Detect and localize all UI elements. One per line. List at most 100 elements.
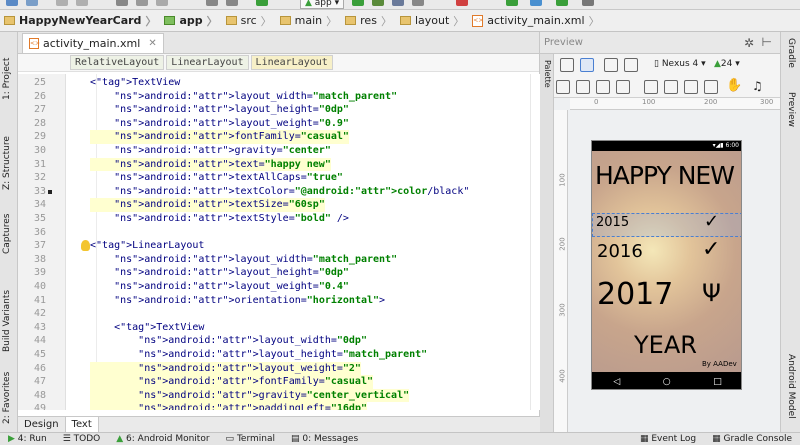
avd-manager-icon[interactable] — [530, 0, 542, 6]
undo-icon[interactable] — [56, 0, 68, 6]
tab-build-variants[interactable]: Build Variants — [2, 290, 12, 352]
blueprint-icon[interactable] — [580, 58, 594, 72]
code-line[interactable]: 36 — [18, 226, 540, 240]
tab-event-log[interactable]: ▦ Event Log — [632, 434, 704, 444]
happy-new-text[interactable]: HAPPY NEW — [595, 161, 735, 190]
api-level-select[interactable]: ▲24 ▾ — [714, 59, 740, 69]
code-area[interactable]: 25 <"tag">TextView 26 "ns">android:"attr">… — [18, 74, 540, 410]
breadcrumb-item-app[interactable]: app 〉 — [160, 10, 221, 32]
tab-favorites[interactable]: 2: Favorites — [2, 372, 12, 424]
pan-hand-icon[interactable]: ✋ — [726, 79, 742, 94]
device-select[interactable]: ▯ Nexus 4 ▾ — [654, 59, 706, 69]
theme-icon[interactable] — [624, 58, 638, 72]
tab-preview[interactable]: Preview — [786, 92, 796, 127]
run-config-select[interactable]: ▲ app ▾ — [300, 0, 345, 9]
zoom-actual-icon[interactable] — [576, 80, 590, 94]
cut-icon[interactable] — [116, 0, 128, 6]
code-line[interactable]: 27 "ns">android:"attr">layout_height="0d… — [18, 103, 540, 117]
code-line[interactable]: 41 "ns">android:"attr">orientation="hori… — [18, 294, 540, 308]
tab-project[interactable]: 1: Project — [2, 58, 12, 100]
notification-bell-icon[interactable]: ♫ — [752, 80, 766, 94]
zoom-out-icon[interactable] — [684, 80, 698, 94]
code-line[interactable]: 44 "ns">android:"attr">layout_width="0dp… — [18, 334, 540, 348]
code-line[interactable]: 43 <"tag">TextView — [18, 321, 540, 335]
redo-icon[interactable] — [76, 0, 88, 6]
code-line[interactable]: 31 "ns">android:"attr">text="happy new" — [18, 157, 540, 172]
tab-messages[interactable]: ▤ 0: Messages — [283, 434, 366, 444]
breadcrumb-item-file[interactable]: <> activity_main.xml 〉 — [468, 10, 603, 32]
color-marker-icon[interactable] — [48, 189, 52, 194]
screenshot-icon[interactable] — [704, 80, 718, 94]
code-line[interactable]: 42 — [18, 307, 540, 321]
tab-gradle[interactable]: Gradle — [786, 38, 796, 68]
design-surface-icon[interactable] — [560, 58, 574, 72]
tab-android-model[interactable]: Android Model — [786, 354, 796, 419]
layout-icon[interactable] — [616, 80, 630, 94]
code-line[interactable]: 39 "ns">android:"attr">layout_height="0d… — [18, 266, 540, 280]
year-2016-text[interactable]: 2016 — [597, 241, 643, 262]
code-line[interactable]: 33 "ns">android:"attr">textColor="@andro… — [18, 185, 540, 199]
stop-icon[interactable] — [456, 0, 468, 6]
tab-gradle-console[interactable]: ▦ Gradle Console — [704, 434, 800, 444]
breadcrumb-item-res[interactable]: res 〉 — [341, 10, 396, 32]
code-line[interactable]: 25 <"tag">TextView — [18, 76, 540, 90]
lightbulb-icon[interactable] — [81, 240, 90, 252]
tab-android-monitor[interactable]: ▲ 6: Android Monitor — [108, 434, 217, 444]
tab-text[interactable]: Text — [65, 417, 99, 432]
code-line[interactable]: 30 "ns">android:"attr">gravity="center" — [18, 144, 540, 158]
tab-terminal[interactable]: ▭ Terminal — [218, 434, 283, 444]
sdk-manager-icon[interactable] — [506, 0, 518, 6]
paste-icon[interactable] — [156, 0, 168, 6]
credit-text[interactable]: By AADev — [702, 360, 737, 368]
gear-icon[interactable]: ✲ — [744, 36, 754, 50]
code-line[interactable]: 29 "ns">android:"attr">fontFamily="casua… — [18, 130, 540, 144]
run-icon[interactable] — [352, 0, 364, 6]
device-preview[interactable]: ▾◢▮ 6:00 HAPPY NEW 2015 ✓ 2016 ✓ 2017 Ψ … — [591, 140, 742, 390]
tab-palette[interactable]: Palette — [543, 60, 552, 88]
breadcrumb-item-src[interactable]: src 〉 — [222, 10, 276, 32]
tab-todo[interactable]: ☰ TODO — [55, 434, 109, 444]
code-line[interactable]: 40 "ns">android:"attr">layout_weight="0.… — [18, 280, 540, 294]
tab-structure[interactable]: Z: Structure — [2, 136, 12, 190]
tree-item-linearlayout[interactable]: LinearLayout — [166, 55, 249, 70]
code-line[interactable]: 28 "ns">android:"attr">layout_weight="0.… — [18, 117, 540, 131]
zoom-in-icon[interactable] — [664, 80, 678, 94]
debug-icon[interactable] — [372, 0, 384, 6]
code-line[interactable]: 47 "ns">android:"attr">fontFamily="casua… — [18, 375, 540, 389]
find-icon[interactable] — [206, 0, 218, 6]
code-line[interactable]: 35 "ns">android:"attr">textStyle="bold" … — [18, 212, 540, 226]
code-line[interactable]: 48 "ns">android:"attr">gravity="center_v… — [18, 388, 540, 403]
tab-run[interactable]: ▶ 4: Run — [0, 434, 55, 444]
year-text[interactable]: YEAR — [634, 331, 697, 359]
zoom-to-fit-icon[interactable] — [556, 80, 570, 94]
copy-icon[interactable] — [136, 0, 148, 6]
save-icon[interactable] — [6, 0, 18, 6]
sum-icon[interactable] — [596, 80, 610, 94]
year-2015-text[interactable]: 2015 — [596, 215, 629, 230]
build-icon[interactable] — [256, 0, 268, 6]
code-line[interactable]: 32 "ns">android:"attr">textAllCaps="true… — [18, 171, 540, 185]
orientation-icon[interactable] — [604, 58, 618, 72]
help-icon[interactable] — [582, 0, 594, 6]
code-line[interactable]: 49 "ns">android:"attr">paddingLeft="16dp… — [18, 402, 540, 410]
tab-activity-main[interactable]: <> activity_main.xml ✕ — [22, 33, 164, 53]
year-2017-text[interactable]: 2017 — [597, 277, 673, 312]
code-line[interactable]: 46 "ns">android:"attr">layout_weight="2" — [18, 361, 540, 376]
breadcrumb-item-main[interactable]: main 〉 — [276, 10, 341, 32]
expand-width-icon[interactable] — [644, 80, 658, 94]
android-device-monitor-icon[interactable] — [556, 0, 568, 6]
sync-icon[interactable] — [26, 0, 38, 6]
code-line[interactable]: 45 "ns">android:"attr">layout_height="ma… — [18, 348, 540, 362]
breadcrumb-item-layout[interactable]: layout 〉 — [396, 10, 468, 32]
tab-captures[interactable]: Captures — [2, 214, 12, 254]
tree-item-linearlayout-current[interactable]: LinearLayout — [250, 55, 333, 70]
close-icon[interactable]: ✕ — [148, 38, 156, 49]
code-line[interactable]: 37 <"tag">LinearLayout — [18, 239, 540, 253]
minimize-icon[interactable]: ⊢ — [762, 35, 772, 49]
code-line[interactable]: 26 "ns">android:"attr">layout_width="mat… — [18, 90, 540, 104]
code-line[interactable]: 38 "ns">android:"attr">layout_width="mat… — [18, 253, 540, 267]
profile-icon[interactable] — [412, 0, 424, 6]
breadcrumb-item-project[interactable]: HappyNewYearCard 〉 — [0, 10, 160, 32]
replace-icon[interactable] — [226, 0, 238, 6]
code-line[interactable]: 34 "ns">android:"attr">textSize="60sp" — [18, 198, 540, 212]
